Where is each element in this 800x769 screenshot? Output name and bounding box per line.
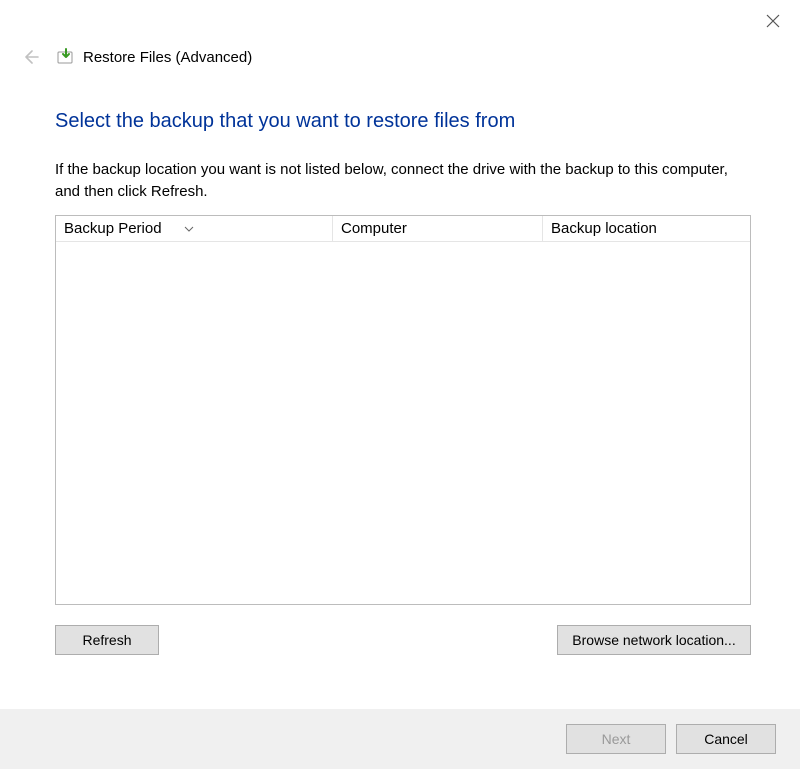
column-label: Computer (341, 220, 407, 237)
column-header-computer[interactable]: Computer (332, 216, 542, 241)
next-button: Next (566, 724, 666, 754)
refresh-button[interactable]: Refresh (55, 625, 159, 655)
action-row: Refresh Browse network location... (55, 625, 751, 655)
backup-listview[interactable]: Backup Period Computer Backup location (55, 215, 751, 605)
column-label: Backup Period (64, 220, 162, 237)
column-label: Backup location (551, 220, 657, 237)
cancel-button[interactable]: Cancel (676, 724, 776, 754)
close-icon[interactable] (766, 14, 780, 28)
column-header-backup-period[interactable]: Backup Period (56, 216, 332, 241)
instructions-text: If the backup location you want is not l… (55, 159, 751, 203)
listview-header: Backup Period Computer Backup location (56, 216, 750, 242)
column-header-backup-location[interactable]: Backup location (542, 216, 750, 241)
page-heading: Select the backup that you want to resto… (55, 110, 751, 133)
back-arrow-icon (18, 45, 42, 69)
chevron-down-icon (184, 219, 194, 225)
wizard-title: Restore Files (Advanced) (83, 49, 252, 66)
browse-network-location-button[interactable]: Browse network location... (557, 625, 751, 655)
content-area: Select the backup that you want to resto… (55, 110, 751, 655)
header-row: Restore Files (Advanced) (18, 45, 252, 69)
footer-bar: Next Cancel (0, 709, 800, 769)
restore-files-icon (56, 47, 76, 67)
